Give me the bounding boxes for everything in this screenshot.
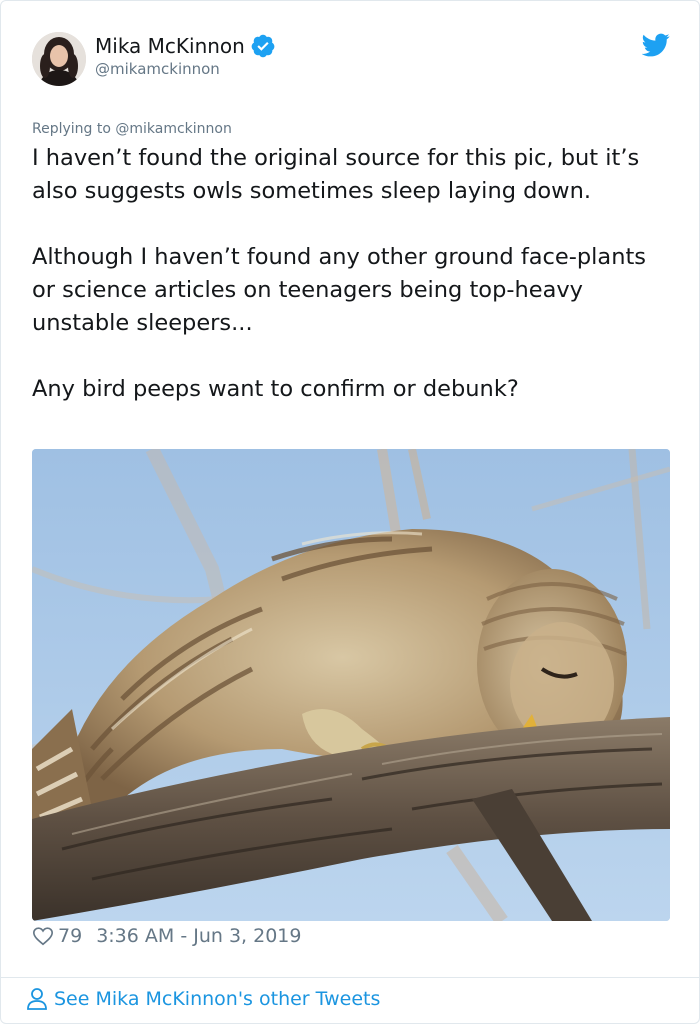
tweet-paragraph: I haven’t found the original source for …	[32, 145, 640, 204]
author-name[interactable]: Mika McKinnon	[95, 34, 245, 58]
reply-context[interactable]: Replying to @mikamckinnon	[32, 121, 232, 137]
like-count[interactable]: 79	[58, 925, 82, 947]
avatar[interactable]	[32, 32, 86, 86]
tweet-paragraph: Although I haven’t found any other groun…	[32, 244, 647, 336]
verified-badge-icon	[251, 34, 275, 58]
divider	[1, 977, 699, 978]
heart-icon[interactable]	[32, 925, 54, 947]
tweet-photo[interactable]	[32, 449, 670, 921]
twitter-bird-icon[interactable]	[642, 31, 670, 59]
person-icon	[27, 988, 47, 1010]
tweet-meta: 79 3:36 AM - Jun 3, 2019	[32, 925, 301, 947]
tweet-paragraph: Any bird peeps want to confirm or debunk…	[32, 376, 519, 402]
other-tweets-label[interactable]: See Mika McKinnon's other Tweets	[54, 988, 380, 1010]
author-handle[interactable]: @mikamckinnon	[95, 60, 220, 78]
timestamp[interactable]: 3:36 AM - Jun 3, 2019	[96, 925, 301, 947]
tweet-text: I haven’t found the original source for …	[32, 142, 672, 406]
other-tweets-link[interactable]: See Mika McKinnon's other Tweets	[26, 987, 380, 1011]
author-name-row[interactable]: Mika McKinnon	[95, 33, 276, 59]
tweet-card: Mika McKinnon @mikamckinnon Replying to …	[0, 0, 700, 1024]
